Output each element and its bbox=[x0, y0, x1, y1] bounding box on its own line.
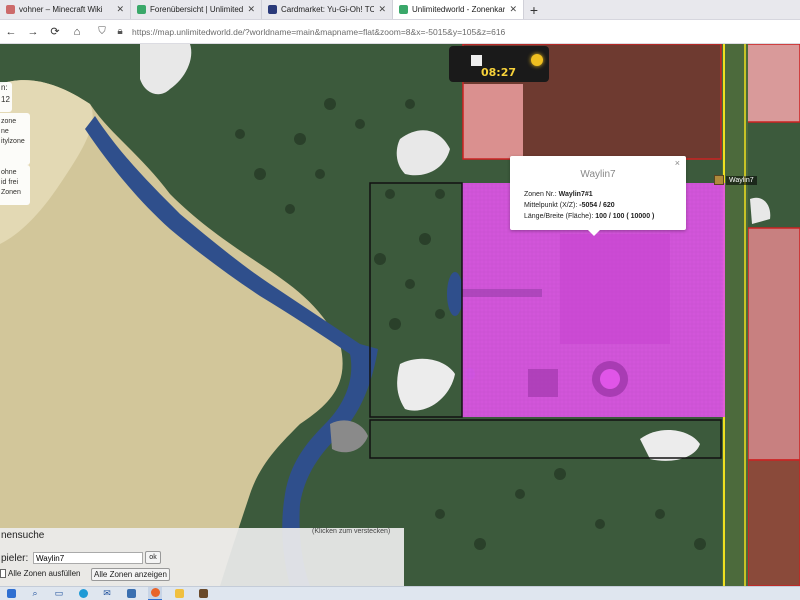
unlimitedworld-favicon-icon bbox=[137, 5, 146, 14]
size-value: 100 / 100 ( 10000 ) bbox=[595, 213, 655, 220]
firefox-icon[interactable] bbox=[148, 586, 162, 600]
zone-option[interactable]: itylzone bbox=[1, 137, 29, 147]
reload-icon[interactable]: ⟳ bbox=[44, 20, 66, 44]
size-row: Länge/Breite (Fläche): 100 / 100 ( 10000… bbox=[524, 213, 654, 220]
popup-pointer bbox=[588, 230, 600, 236]
tab-forum[interactable]: Forenübersicht | Unlimitedworld ✕ bbox=[131, 0, 262, 19]
player-search-input[interactable] bbox=[33, 552, 143, 564]
home-icon[interactable]: ⌂ bbox=[66, 20, 88, 44]
zone-option[interactable]: zone bbox=[1, 117, 29, 127]
arrow-right-icon[interactable]: → bbox=[22, 20, 44, 44]
tab-close-icon[interactable]: ✕ bbox=[378, 4, 386, 15]
url-text[interactable]: https://map.unlimitedworld.de/?worldname… bbox=[132, 27, 505, 37]
minecraft-wiki-favicon-icon bbox=[6, 5, 15, 14]
clock-time: 08:27 bbox=[481, 66, 517, 79]
lock-icon[interactable]: 🔒︎ bbox=[114, 26, 126, 37]
close-icon[interactable]: × bbox=[675, 158, 680, 168]
zone-nr-row: Zonen Nr.: Waylin7#1 bbox=[524, 191, 593, 198]
edge-icon[interactable] bbox=[76, 587, 90, 600]
zone-option[interactable]: ne bbox=[1, 127, 29, 137]
zone-filter-options[interactable]: ohne id frei Zonen bbox=[0, 165, 30, 205]
arrow-left-icon[interactable]: ← bbox=[0, 20, 22, 44]
player-name: Waylin7 bbox=[726, 175, 757, 185]
zone-map[interactable]: 08:27 n: 12 zone ne itylzone ohne id fre… bbox=[0, 44, 800, 586]
unlimitedworld-favicon-icon bbox=[399, 5, 408, 14]
tab-cardmarket[interactable]: Cardmarket: Yu-Gi-Oh! TCG kau ✕ bbox=[262, 0, 393, 19]
explorer-icon[interactable] bbox=[172, 587, 186, 600]
coords-line: n: bbox=[1, 83, 8, 92]
zone-option[interactable]: id frei bbox=[1, 178, 29, 188]
sun-icon bbox=[531, 54, 543, 66]
ok-button[interactable]: ok bbox=[145, 551, 161, 564]
player-head-icon[interactable] bbox=[714, 175, 724, 185]
store-icon[interactable] bbox=[124, 587, 138, 600]
tab-close-icon[interactable]: ✕ bbox=[247, 4, 255, 15]
center-label: Mittelpunkt (X/Z): bbox=[524, 202, 578, 209]
tab-zonenkarte[interactable]: Unlimitedworld - Zonenkarte ✕ bbox=[393, 0, 524, 19]
show-all-zones-button[interactable]: Alle Zonen anzeigen bbox=[91, 568, 170, 581]
tab-close-icon[interactable]: ✕ bbox=[509, 4, 517, 15]
new-tab-button[interactable]: + bbox=[524, 0, 544, 19]
tab-label: Cardmarket: Yu-Gi-Oh! TCG kau bbox=[281, 5, 374, 14]
popup-title: Waylin7 bbox=[580, 169, 616, 180]
tab-minecraft-wiki[interactable]: vohner – Minecraft Wiki ✕ bbox=[0, 0, 131, 19]
fill-all-checkbox[interactable] bbox=[0, 569, 6, 578]
task-view-icon[interactable]: ▭ bbox=[52, 587, 66, 600]
player-label: pieler: bbox=[1, 553, 29, 564]
windows-icon[interactable] bbox=[4, 587, 18, 600]
zone-nr-value: Waylin7#1 bbox=[558, 191, 593, 198]
tab-close-icon[interactable]: ✕ bbox=[116, 4, 124, 15]
address-field[interactable]: ⛉ 🔒︎ https://map.unlimitedworld.de/?worl… bbox=[88, 20, 800, 44]
zone-nr-label: Zonen Nr.: bbox=[524, 191, 557, 198]
shield-icon[interactable]: ⛉ bbox=[96, 26, 108, 37]
coords-box: n: 12 bbox=[0, 82, 12, 112]
zone-info-popup: × Waylin7 Zonen Nr.: Waylin7#1 Mittelpun… bbox=[510, 156, 686, 236]
url-bar: ← → ⟳ ⌂ ⛉ 🔒︎ https://map.unlimitedworld.… bbox=[0, 20, 800, 44]
player-marker[interactable]: Waylin7 bbox=[714, 175, 757, 185]
tab-label: Forenübersicht | Unlimitedworld bbox=[150, 5, 244, 14]
tab-bar: vohner – Minecraft Wiki ✕ Forenübersicht… bbox=[0, 0, 800, 20]
center-row: Mittelpunkt (X/Z): -5054 / 620 bbox=[524, 202, 615, 209]
minecraft-icon[interactable] bbox=[196, 587, 210, 600]
fill-all-label: Alle Zonen ausfüllen bbox=[8, 569, 81, 578]
zone-option[interactable]: ohne bbox=[1, 168, 29, 178]
fill-all-option[interactable]: Alle Zonen ausfüllen bbox=[0, 569, 81, 578]
tab-label: vohner – Minecraft Wiki bbox=[19, 5, 103, 14]
mail-icon[interactable]: ✉ bbox=[100, 587, 114, 600]
search-icon[interactable]: ⌕ bbox=[28, 587, 42, 600]
zone-type-options[interactable]: zone ne itylzone bbox=[0, 113, 30, 165]
coords-line: 12 bbox=[1, 95, 10, 104]
zone-option[interactable]: Zonen bbox=[1, 188, 29, 198]
moon-icon bbox=[471, 55, 482, 66]
cardmarket-favicon-icon bbox=[268, 5, 277, 14]
zone-search-panel: nensuche (Klicken zum verstecken) pieler… bbox=[0, 528, 404, 586]
map-tiles bbox=[0, 44, 800, 586]
hide-panel-link[interactable]: (Klicken zum verstecken) bbox=[312, 528, 390, 535]
taskbar: ⌕ ▭ ✉ bbox=[0, 586, 800, 600]
panel-title: nensuche bbox=[1, 530, 45, 541]
size-label: Länge/Breite (Fläche): bbox=[524, 213, 594, 220]
day-clock: 08:27 bbox=[449, 46, 549, 82]
tab-label: Unlimitedworld - Zonenkarte bbox=[412, 5, 506, 14]
center-value: -5054 / 620 bbox=[579, 202, 615, 209]
